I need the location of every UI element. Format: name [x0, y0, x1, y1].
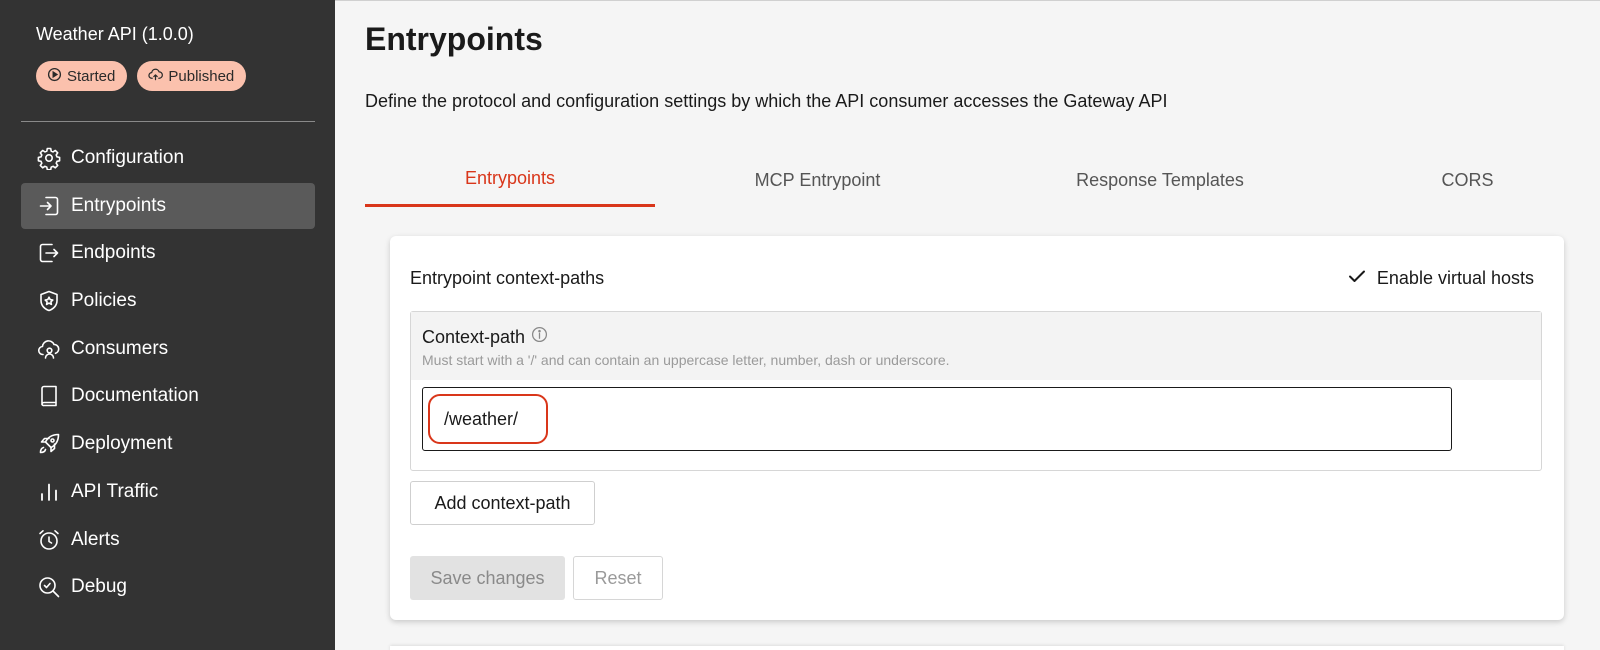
reset-button[interactable]: Reset — [573, 556, 663, 600]
cloud-upload-icon — [148, 67, 164, 86]
sidebar-item-documentation[interactable]: Documentation — [21, 373, 315, 419]
status-badge-label: Published — [168, 67, 235, 85]
sidebar-item-label: Documentation — [71, 385, 199, 407]
alarm-clock-icon — [36, 527, 62, 553]
page-description: Define the protocol and configuration se… — [365, 91, 1168, 111]
sidebar: Weather API (1.0.0) Started Published Co… — [0, 0, 335, 650]
bar-chart-icon — [36, 479, 62, 505]
sidebar-divider — [21, 121, 315, 122]
context-path-header: Context-path Must start with a '/' and c… — [411, 312, 1541, 380]
api-title: Weather API (1.0.0) — [36, 24, 194, 44]
context-path-value[interactable]: /weather/ — [428, 394, 548, 444]
sidebar-item-label: Consumers — [71, 337, 169, 359]
rocket-icon — [36, 431, 62, 457]
sidebar-item-api-traffic[interactable]: API Traffic — [21, 469, 315, 515]
context-path-label: Context-path — [422, 326, 526, 347]
sidebar-item-label: Debug — [71, 576, 127, 598]
endpoint-icon — [36, 240, 62, 266]
enable-virtual-hosts-toggle[interactable]: Enable virtual hosts — [1347, 266, 1534, 291]
context-path-group: Context-path Must start with a '/' and c… — [410, 311, 1542, 471]
enable-virtual-hosts-label: Enable virtual hosts — [1376, 268, 1534, 288]
entrypoint-icon — [36, 193, 62, 219]
checkmark-icon — [1347, 266, 1367, 291]
status-badge-label: Started — [67, 67, 116, 85]
book-icon — [36, 383, 62, 409]
card-title: Entrypoint context-paths — [410, 268, 605, 288]
main-content: Entrypoints Define the protocol and conf… — [335, 0, 1600, 650]
save-changes-button[interactable]: Save changes — [410, 556, 565, 600]
context-path-hint: Must start with a '/' and can contain an… — [422, 352, 950, 368]
status-badge-published: Published — [137, 61, 247, 91]
sidebar-item-label: Policies — [71, 290, 137, 312]
info-icon[interactable] — [531, 326, 548, 348]
sidebar-item-consumers[interactable]: Consumers — [21, 326, 315, 372]
gear-icon — [36, 145, 62, 171]
sidebar-item-label: Endpoints — [71, 242, 156, 264]
tab-entrypoints[interactable]: Entrypoints — [365, 153, 655, 207]
sidebar-item-policies[interactable]: Policies — [21, 278, 315, 324]
sidebar-item-entrypoints[interactable]: Entrypoints — [21, 182, 315, 229]
sidebar-item-label: Alerts — [71, 528, 120, 550]
next-card-edge — [390, 646, 1564, 650]
context-path-input[interactable]: /weather/ — [422, 387, 1452, 451]
tab-cors[interactable]: CORS — [1340, 153, 1595, 207]
sidebar-item-label: Entrypoints — [71, 194, 167, 216]
consumers-icon — [36, 336, 62, 362]
sidebar-item-debug[interactable]: Debug — [21, 564, 315, 610]
debug-search-icon — [36, 574, 62, 600]
sidebar-item-alerts[interactable]: Alerts — [21, 517, 315, 563]
tab-mcp-entrypoint[interactable]: MCP Entrypoint — [655, 153, 980, 207]
context-path-label-row: Context-path — [422, 326, 548, 348]
shield-icon — [36, 288, 62, 314]
sidebar-item-label: Configuration — [71, 147, 185, 168]
add-context-path-button[interactable]: Add context-path — [410, 481, 595, 525]
sidebar-item-configuration[interactable]: Configuration — [21, 135, 315, 181]
status-badges: Started Published — [36, 61, 247, 91]
sidebar-item-label: API Traffic — [71, 480, 159, 502]
page-title: Entrypoints — [365, 21, 543, 57]
play-circle-icon — [47, 67, 62, 86]
tab-bar: Entrypoints MCP Entrypoint Response Temp… — [365, 153, 1595, 207]
sidebar-item-label: Deployment — [71, 433, 173, 455]
entrypoint-card: Entrypoint context-paths Enable virtual … — [390, 236, 1564, 620]
sidebar-nav: Configuration Entrypoints Endpoints Poli… — [21, 135, 315, 612]
status-badge-started: Started — [36, 61, 128, 91]
tab-response-templates[interactable]: Response Templates — [980, 153, 1340, 207]
sidebar-item-endpoints[interactable]: Endpoints — [21, 230, 315, 276]
sidebar-item-deployment[interactable]: Deployment — [21, 421, 315, 467]
